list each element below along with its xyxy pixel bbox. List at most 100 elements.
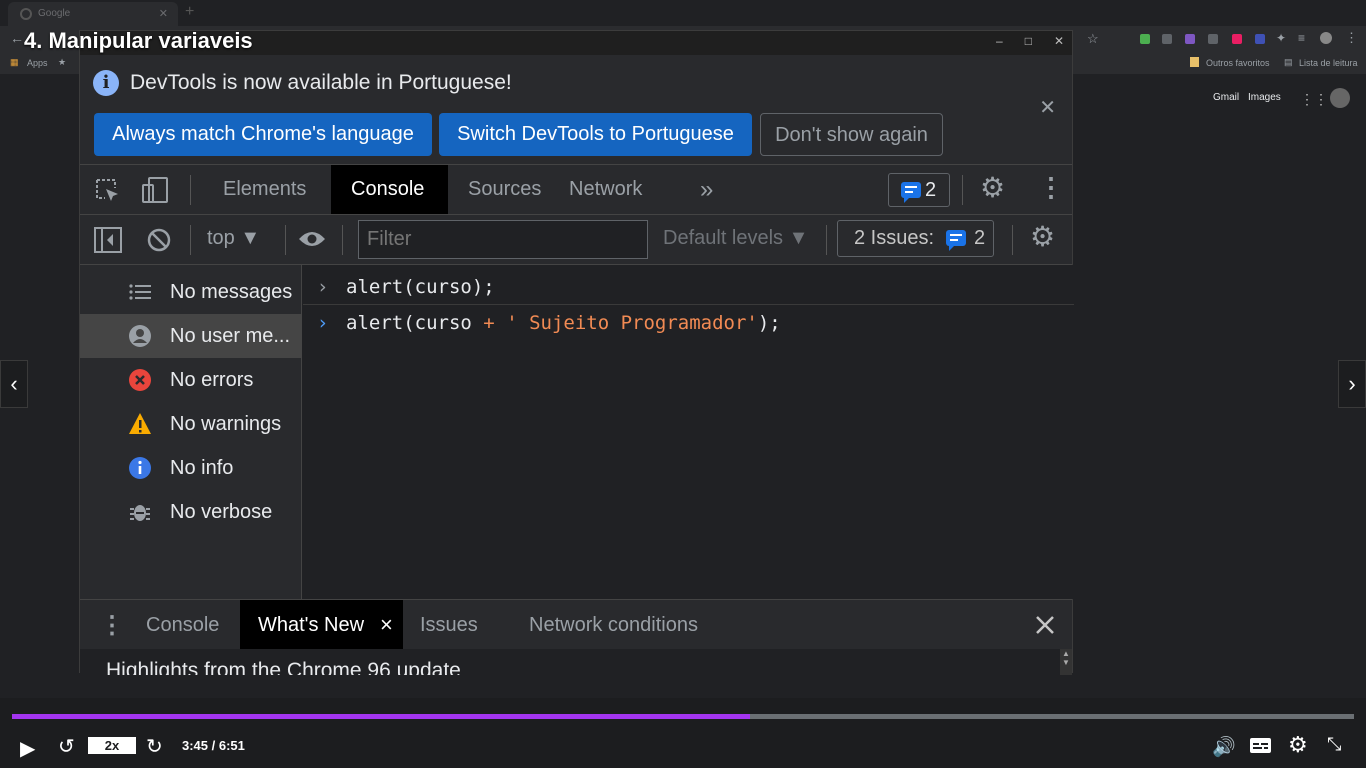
prompt-code-fn: alert(curso xyxy=(346,312,484,334)
extension-icon[interactable] xyxy=(1232,34,1242,44)
tab-elements[interactable]: Elements xyxy=(203,165,326,214)
exit-fullscreen-icon[interactable]: ⤡ xyxy=(1327,734,1341,755)
next-lecture-button[interactable]: › xyxy=(1338,360,1366,408)
google-favicon-icon xyxy=(20,8,32,20)
close-window-icon[interactable]: ✕ xyxy=(1054,34,1064,48)
account-avatar[interactable] xyxy=(1330,88,1350,108)
scrollbar[interactable]: ▲ ▼ xyxy=(1060,649,1072,675)
device-toolbar-icon[interactable] xyxy=(140,175,170,205)
lecture-title: 4. Manipular variaveis xyxy=(24,28,253,53)
live-expression-eye-icon[interactable] xyxy=(297,229,327,249)
message-icon xyxy=(946,230,966,251)
sidebar-item-label: No messages xyxy=(170,281,293,303)
star-icon[interactable]: ☆ xyxy=(1087,31,1099,47)
progress-fill xyxy=(12,714,751,719)
prompt-chevron-icon: › xyxy=(319,312,327,334)
issues-badge-button[interactable]: 2 xyxy=(888,173,950,207)
extension-icon[interactable] xyxy=(1162,34,1172,44)
dont-show-again-button[interactable]: Don't show again xyxy=(760,113,943,156)
images-link[interactable]: Images xyxy=(1248,92,1281,103)
info-icon: i xyxy=(93,70,119,96)
settings-gear-icon[interactable]: ⚙ xyxy=(980,171,1005,204)
extension-icon[interactable] xyxy=(1208,34,1218,44)
bookmark-reading-list[interactable]: Lista de leitura xyxy=(1299,58,1358,68)
volume-icon[interactable]: 🔊 xyxy=(1212,735,1236,759)
error-icon xyxy=(129,369,151,391)
sidebar-item-verbose[interactable]: No verbose xyxy=(80,490,302,534)
console-output[interactable]: › alert(curso); › alert(curso + ' Sujeit… xyxy=(303,265,1074,599)
extension-icon[interactable] xyxy=(1185,34,1195,44)
sidebar-item-info[interactable]: No info xyxy=(80,446,302,490)
chevron-left-icon: ‹ xyxy=(10,371,18,396)
new-tab-button[interactable]: + xyxy=(185,3,194,21)
drawer-tab-whats-new[interactable]: What's New × xyxy=(240,600,403,650)
issues-badge-count: 2 xyxy=(925,179,937,201)
show-sidebar-icon[interactable] xyxy=(94,227,122,253)
settings-gear-icon[interactable]: ⚙ xyxy=(1288,732,1308,758)
tab-network[interactable]: Network xyxy=(549,165,662,214)
media-icon[interactable]: ≡ xyxy=(1298,31,1305,45)
bookmark-other-favorites[interactable]: Outros favoritos xyxy=(1206,58,1270,68)
always-match-language-button[interactable]: Always match Chrome's language xyxy=(94,113,432,156)
tab-sources[interactable]: Sources xyxy=(448,165,561,214)
forward-icon[interactable]: ↻ xyxy=(146,734,163,759)
sidebar-item-label: No verbose xyxy=(170,501,273,523)
prompt-code-operator: + xyxy=(483,312,495,334)
drawer-tab-issues[interactable]: Issues xyxy=(402,600,496,650)
language-infobar: i DevTools is now available in Portugues… xyxy=(80,55,1072,165)
tab-close-icon[interactable]: ✕ xyxy=(159,7,168,20)
previous-lecture-button[interactable]: ‹ xyxy=(0,360,28,408)
drawer-tab-console[interactable]: Console xyxy=(128,600,237,650)
list-icon xyxy=(129,284,151,300)
close-tab-icon[interactable]: × xyxy=(380,600,393,650)
context-selector[interactable]: top ▼ xyxy=(207,227,260,250)
progress-bar[interactable] xyxy=(12,714,1354,719)
rewind-icon[interactable]: ↺ xyxy=(58,734,75,759)
more-tabs-icon[interactable]: » xyxy=(680,165,733,214)
profile-avatar[interactable] xyxy=(1320,32,1332,44)
info-icon xyxy=(129,457,151,479)
tab-console[interactable]: Console xyxy=(331,165,448,214)
extension-icon[interactable] xyxy=(1255,34,1265,44)
user-icon xyxy=(129,325,151,347)
console-prompt-line[interactable]: › alert(curso + ' Sujeito Programador'); xyxy=(303,305,1074,341)
time-display: 3:45 / 6:51 xyxy=(182,738,245,753)
message-icon xyxy=(901,182,921,203)
log-levels-dropdown[interactable]: Default levels ▼ xyxy=(663,227,808,250)
issues-count-button[interactable]: 2 Issues: 2 xyxy=(837,220,994,257)
devtools-tabbar: Elements Console Sources Network » 2 ⚙ ⋮ xyxy=(80,165,1072,215)
folder-icon xyxy=(1190,57,1199,67)
playback-speed-button[interactable]: 2x xyxy=(88,737,136,754)
clear-console-icon[interactable] xyxy=(146,227,172,253)
browser-tab[interactable]: Google ✕ xyxy=(8,2,178,26)
reading-list-icon: ▤ xyxy=(1284,57,1293,67)
whats-new-heading: Highlights from the Chrome 96 update xyxy=(106,659,461,675)
play-icon[interactable]: ▶ xyxy=(20,736,35,761)
maximize-icon[interactable]: □ xyxy=(1025,34,1032,48)
chevron-right-icon: › xyxy=(1348,371,1356,396)
bookmark-apps[interactable]: Apps xyxy=(27,58,48,68)
filter-input[interactable] xyxy=(358,220,648,259)
minimize-icon[interactable]: – xyxy=(996,34,1003,48)
whats-new-panel: Highlights from the Chrome 96 update ▲ ▼ xyxy=(80,649,1072,675)
switch-to-portuguese-button[interactable]: Switch DevTools to Portuguese xyxy=(439,113,752,156)
captions-icon[interactable] xyxy=(1250,738,1271,753)
sidebar-item-messages[interactable]: No messages xyxy=(80,270,302,314)
console-settings-icon[interactable]: ⚙ xyxy=(1030,220,1055,253)
sidebar-item-errors[interactable]: No errors xyxy=(80,358,302,402)
back-arrow-icon[interactable]: ← xyxy=(10,30,24,46)
puzzle-icon[interactable]: ✦ xyxy=(1276,31,1286,45)
drawer-menu-icon[interactable]: ⋮ xyxy=(100,611,124,640)
close-drawer-icon[interactable] xyxy=(1035,615,1055,635)
issues-label: 2 Issues: xyxy=(854,227,935,249)
sidebar-item-user-messages[interactable]: No user me... xyxy=(80,314,302,358)
extension-icon[interactable] xyxy=(1140,34,1150,44)
chrome-menu-icon[interactable]: ⋮ xyxy=(1345,30,1358,46)
gmail-link[interactable]: Gmail xyxy=(1213,92,1239,103)
more-options-icon[interactable]: ⋮ xyxy=(1038,172,1064,203)
drawer-tab-network-conditions[interactable]: Network conditions xyxy=(511,600,716,650)
close-icon[interactable]: ✕ xyxy=(1039,95,1056,120)
sidebar-item-warnings[interactable]: No warnings xyxy=(80,402,302,446)
inspect-element-icon[interactable] xyxy=(94,177,122,205)
console-history-line: › alert(curso); xyxy=(303,269,1074,305)
